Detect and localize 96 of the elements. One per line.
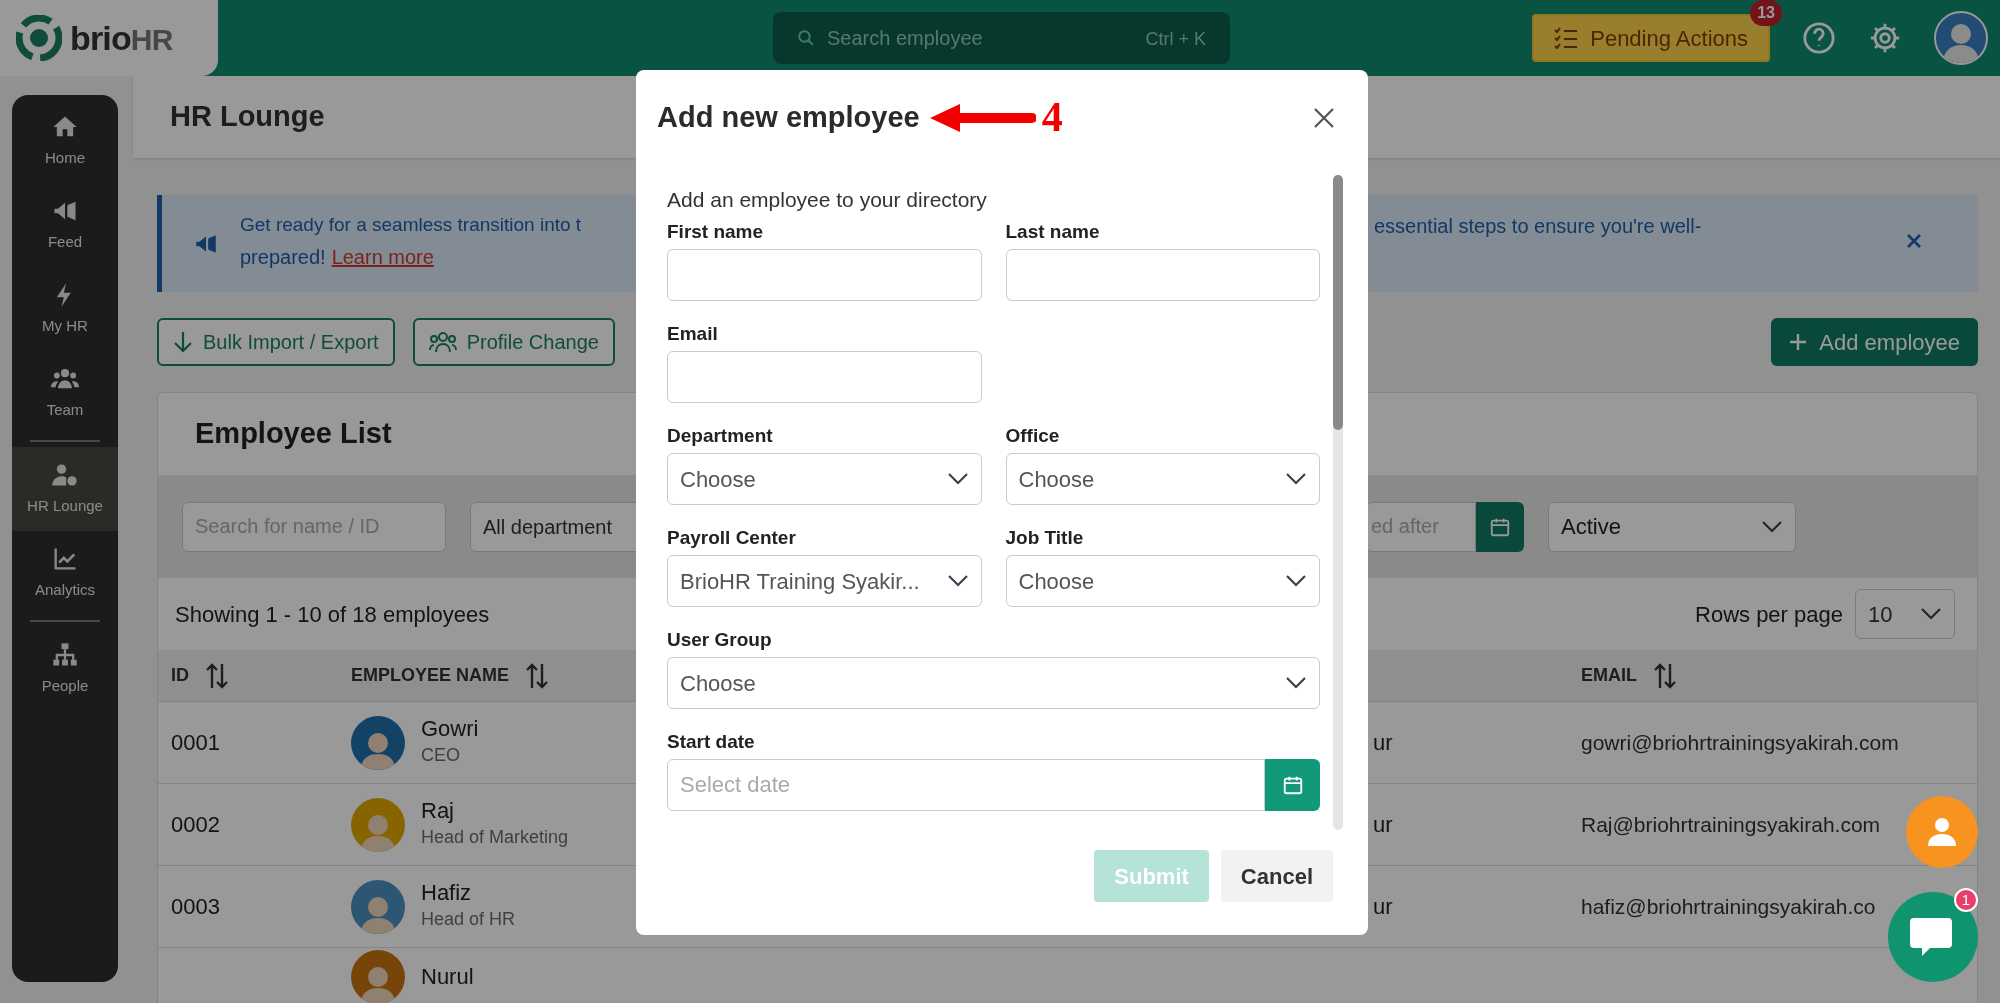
employee-name[interactable]: Nurul (421, 964, 474, 990)
modal-subtitle: Add an employee to your directory (667, 187, 987, 213)
banner-text: Get ready for a seamless transition into t (240, 213, 582, 237)
table-cell-text: ur (1373, 893, 1393, 921)
down-arrow-icon (173, 331, 193, 353)
modal-title: Add new employee (657, 99, 920, 135)
chevron-down-icon (1285, 574, 1307, 588)
table-cell-text: 0003 (171, 893, 220, 921)
employee-name[interactable]: Gowri (421, 716, 479, 742)
close-icon[interactable] (1313, 106, 1335, 129)
rows-per-page-dropdown[interactable]: 10 (1855, 589, 1955, 639)
notification-badge: 13 (1750, 0, 1782, 26)
avatar (351, 879, 405, 934)
results-summary: Showing 1 - 10 of 18 employees (175, 600, 490, 629)
sidebar-item[interactable]: People (12, 627, 118, 711)
field-label: First name (667, 221, 764, 243)
field-label: Job Title (1005, 527, 1084, 549)
table-cell-text: Raj@briohrtrainingsyakirah.com (1581, 811, 1881, 838)
avatar[interactable] (1934, 11, 1988, 65)
table-cell-text: 0001 (171, 729, 220, 757)
sidebar-item[interactable]: My HR (12, 267, 118, 351)
column-header[interactable]: ID (171, 662, 189, 689)
avatar (351, 950, 405, 1003)
sort-icon[interactable] (525, 661, 550, 690)
select-dropdown[interactable]: Choose (1005, 555, 1320, 607)
select-dropdown[interactable]: Choose (1005, 453, 1320, 505)
chevron-down-icon (946, 472, 969, 486)
scrollbar[interactable] (1333, 175, 1343, 830)
checklist-icon (1554, 27, 1579, 49)
logo[interactable]: brioHR (0, 0, 218, 76)
job-title: Head of HR (421, 908, 516, 931)
column-header[interactable]: EMAIL (1581, 662, 1637, 689)
employee-name[interactable]: Raj (421, 798, 569, 824)
text-field[interactable] (667, 249, 982, 301)
sidebar-item[interactable]: Team (12, 351, 118, 435)
add-employee-button[interactable]: Add employee (1771, 318, 1978, 366)
sidebar-item[interactable]: Analytics (12, 531, 118, 615)
status-dropdown[interactable]: Active (1548, 501, 1796, 552)
sort-icon[interactable] (205, 661, 229, 690)
card-title: Employee List (195, 416, 392, 452)
rows-per-page-label: Rows per page (1695, 600, 1843, 629)
select-dropdown[interactable]: BrioHR Training Syakir... (667, 555, 982, 607)
avatar (351, 797, 405, 852)
chevron-down-icon (1920, 607, 1942, 621)
field-label: Department (667, 425, 773, 447)
banner-text: essential steps to ensure you're well- (1374, 214, 1702, 239)
employee-name[interactable]: Hafiz (421, 880, 516, 906)
date-field[interactable]: Select date (667, 759, 1265, 811)
calendar-button[interactable] (1476, 501, 1524, 552)
field-label: Office (1005, 425, 1060, 447)
chevron-down-icon (946, 574, 969, 588)
job-title: Head of Marketing (421, 826, 569, 849)
org-chart-icon (51, 640, 79, 669)
person-icon (1926, 816, 1958, 848)
action-button[interactable]: Profile Change (412, 318, 615, 366)
swirl-logo-icon (16, 15, 62, 61)
calendar-button[interactable] (1265, 759, 1320, 811)
sort-icon[interactable] (1653, 661, 1677, 690)
action-button[interactable]: Bulk Import / Export (157, 318, 395, 366)
column-header[interactable]: EMPLOYEE NAME (351, 662, 510, 689)
text-field[interactable] (667, 351, 982, 403)
text-field[interactable] (1005, 249, 1320, 301)
search-icon (797, 29, 815, 47)
help-icon[interactable] (1802, 21, 1836, 55)
calendar-icon (1281, 774, 1304, 796)
table-cell-text: gowri@briohrtrainingsyakirah.com (1581, 729, 1899, 756)
table-cell-text: 0002 (171, 811, 220, 839)
field-label: Email (667, 323, 718, 345)
plus-icon (1789, 333, 1808, 351)
table-cell-text: ur (1373, 811, 1393, 839)
cancel-button[interactable]: Cancel (1220, 850, 1333, 902)
field-label: Payroll Center (667, 527, 796, 549)
settings-icon[interactable] (1868, 21, 1902, 55)
job-title: CEO (421, 744, 461, 767)
sidebar-item[interactable]: Feed (12, 183, 118, 267)
chevron-down-icon (1285, 472, 1307, 486)
select-dropdown[interactable]: Choose (667, 657, 1320, 709)
chevron-down-icon (1761, 519, 1783, 534)
sidebar-item[interactable]: HR Lounge (12, 447, 118, 531)
table-cell-text: hafiz@briohrtrainingsyakirah.co (1581, 893, 1876, 920)
field-label: Last name (1005, 221, 1100, 243)
select-dropdown[interactable]: Choose (667, 453, 982, 505)
shortcut-hint: Ctrl + K (1145, 28, 1206, 51)
page-title: HR Lounge (170, 99, 325, 135)
field-label: Start date (667, 731, 755, 753)
chevron-down-icon (1285, 676, 1307, 690)
field-label: User Group (667, 629, 772, 651)
sidebar-item[interactable]: Home (12, 99, 118, 183)
learn-more-link[interactable]: Learn more (331, 242, 434, 272)
people-icon (428, 331, 457, 353)
banner-text: prepared! (240, 245, 326, 270)
table-cell-text: ur (1373, 729, 1393, 757)
close-icon[interactable] (1906, 233, 1922, 249)
annotation-number: 4 (1041, 93, 1063, 142)
scrollbar-thumb[interactable] (1333, 175, 1343, 430)
avatar (351, 715, 405, 770)
